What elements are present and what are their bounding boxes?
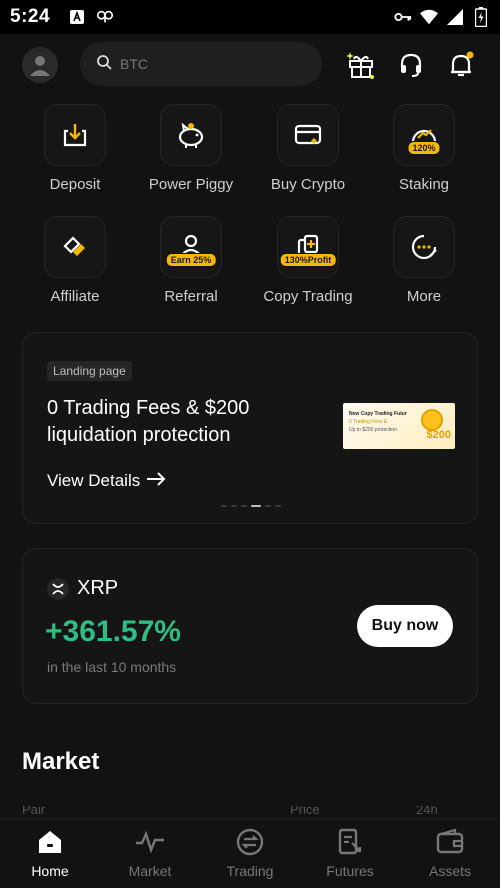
grid-item-buy-crypto[interactable]: Buy Crypto [250,104,366,193]
banner-image: New Copy Trading Futur 0 Trading Fees & … [343,403,455,449]
link-notification-icon [96,8,114,26]
referral-badge: Earn 25% [165,253,217,267]
signal-icon [446,8,464,26]
search-input[interactable]: BTC [80,42,322,86]
avatar[interactable] [22,47,58,83]
banner-image-text2: 0 Trading Fees & [349,419,388,425]
carousel-dot [275,505,281,507]
nav-futures[interactable]: Futures [300,819,400,888]
wifi-icon [420,8,438,26]
market-columns-peek: Pair Price 24h Change [22,806,478,816]
support-headset-icon[interactable] [396,50,426,80]
carousel-dot [265,505,271,507]
grid-label: Affiliate [50,288,100,305]
staking-icon: 120% [393,104,455,166]
carousel-dot-active [251,505,261,507]
top-header: BTC [0,40,500,90]
banner-title-line1: 0 Trading Fees & $200 [47,397,250,419]
notification-bell-icon[interactable] [446,50,476,80]
banner-title-line2: liquidation protection [47,424,231,446]
nav-label: Market [128,863,172,879]
change-period: in the last 10 months [47,659,177,675]
status-time: 5:24 [10,6,51,27]
view-details-label: View Details [47,471,141,490]
nav-label: Futures [326,863,374,879]
xrp-promo-card[interactable]: XRP +361.57% in the last 10 months Buy n… [22,548,478,704]
user-icon: Earn 25% [160,216,222,278]
wallet-icon [435,827,465,857]
trading-icon [235,827,265,857]
grid-item-deposit[interactable]: Deposit [17,104,133,193]
banner-title: 0 Trading Fees & $200 liquidation protec… [47,395,327,449]
more-icon [393,216,455,278]
banner-image-amount: $200 [426,429,451,441]
grid-label: Referral [164,288,218,305]
market-column-pair: Pair [22,806,46,816]
bottom-navigation: Home Market Trading Futures Assets [0,818,500,888]
copy-trading-badge: 130%Profit [279,253,337,267]
grid-label: Staking [398,176,450,193]
vpn-key-icon [394,8,412,26]
grid-label: Deposit [49,176,101,193]
futures-icon [335,827,365,857]
buy-now-button[interactable]: Buy now [357,605,453,647]
app-notification-icon [68,8,86,26]
banner-image-text3: Up to $200 protection [349,427,397,433]
grid-item-staking[interactable]: 120% Staking [366,104,482,193]
view-details-link[interactable]: View Details [47,471,166,491]
staking-badge: 120% [407,141,441,155]
home-icon [35,827,65,857]
piggy-bank-icon [160,104,222,166]
grid-item-more[interactable]: More [366,216,482,305]
deposit-icon [44,104,106,166]
coin-symbol: XRP [77,577,119,599]
grid-label: Copy Trading [263,288,353,305]
banner-image-text1: New Copy Trading Futur [349,411,407,417]
price-change: +361.57% [45,615,181,648]
market-column-price: Price [290,806,320,816]
grid-label: Buy Crypto [270,176,346,193]
carousel-dot [231,505,237,507]
arrow-right-icon [146,471,166,491]
market-column-change: 24h Change [416,806,438,816]
nav-assets[interactable]: Assets [400,819,500,888]
coin-graphic [421,409,443,431]
search-icon [96,54,112,75]
nav-label: Home [31,863,69,879]
nav-market[interactable]: Market [100,819,200,888]
banner-tag: Landing page [47,361,132,381]
market-section-title: Market [22,748,100,775]
nav-label: Assets [428,863,471,879]
nav-label: Trading [226,863,274,879]
handshake-icon [44,216,106,278]
search-placeholder: BTC [120,56,148,72]
copy-trading-icon: 130%Profit [277,216,339,278]
market-icon [135,827,165,857]
credit-card-icon [277,104,339,166]
battery-icon [472,7,490,27]
grid-item-affiliate[interactable]: Affiliate [17,216,133,305]
carousel-dots [221,505,281,507]
nav-trading[interactable]: Trading [200,819,300,888]
nav-home[interactable]: Home [0,819,100,888]
grid-label: Power Piggy [148,176,234,193]
carousel-dot [241,505,247,507]
xrp-logo-icon [47,577,69,600]
carousel-dot [221,505,227,507]
status-bar: 5:24 [0,0,500,34]
grid-item-referral[interactable]: Earn 25% Referral [133,216,249,305]
promo-banner[interactable]: Landing page 0 Trading Fees & $200 liqui… [22,332,478,524]
gift-icon[interactable] [346,50,376,80]
grid-item-power-piggy[interactable]: Power Piggy [133,104,249,193]
grid-item-copy-trading[interactable]: 130%Profit Copy Trading [250,216,366,305]
grid-label: More [406,288,442,305]
